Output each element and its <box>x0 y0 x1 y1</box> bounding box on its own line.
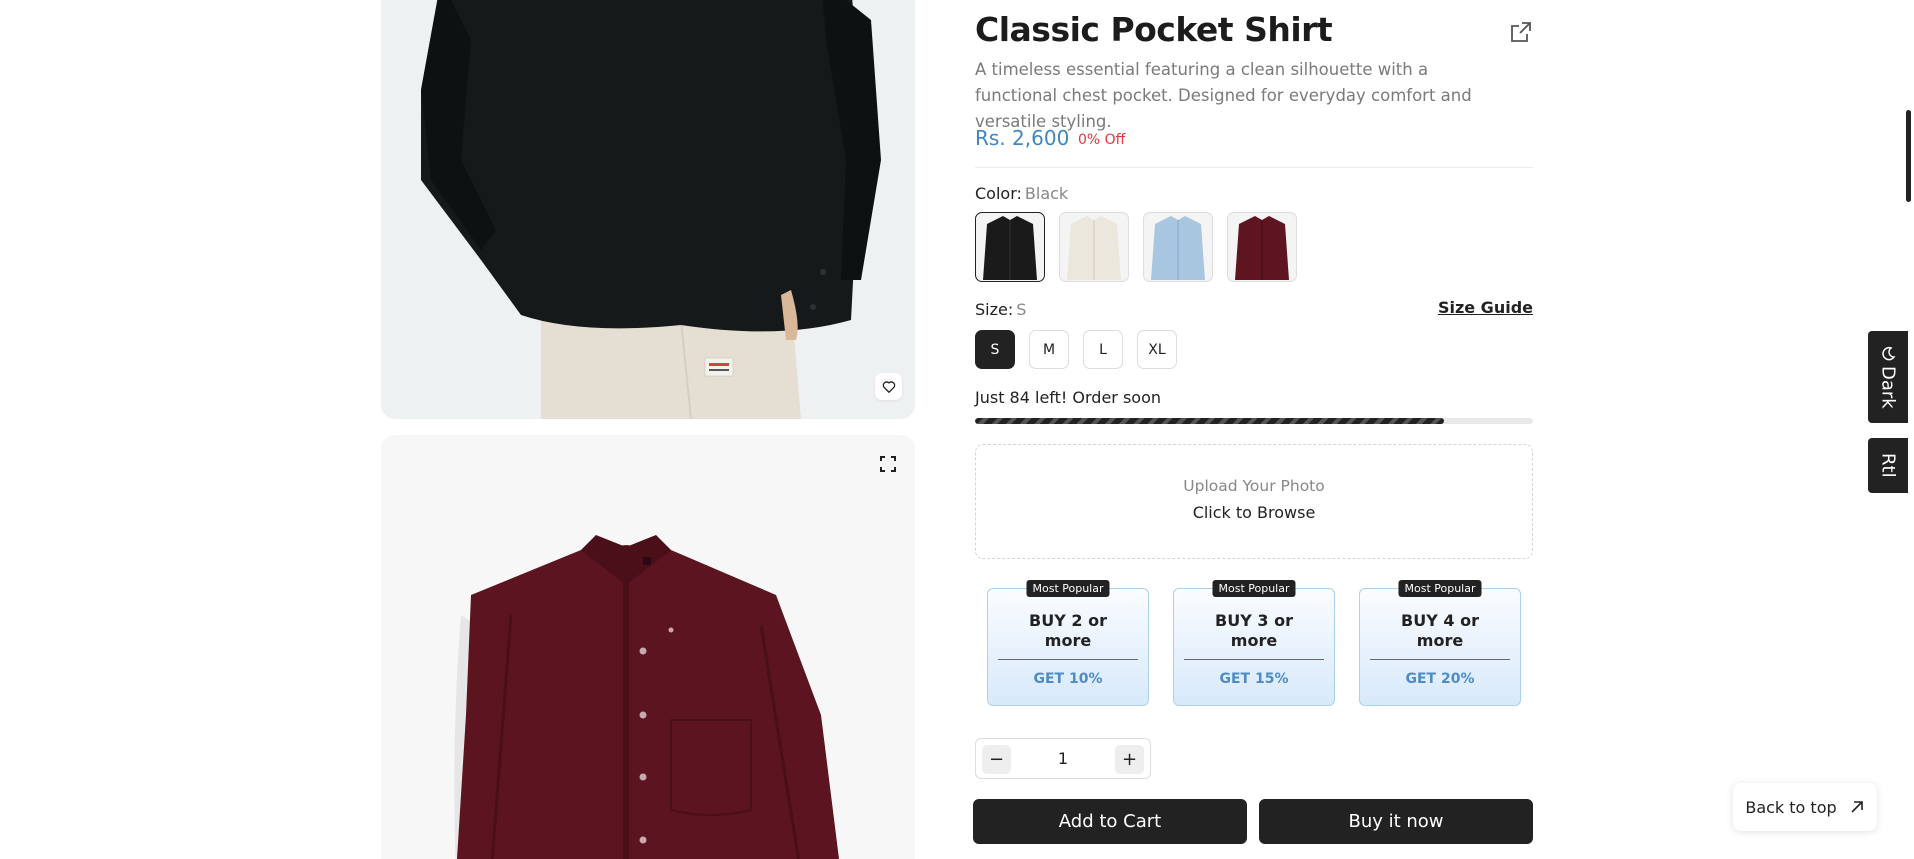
bundle-offers: Most Popular BUY 2 or more GET 10% Most … <box>987 580 1521 706</box>
product-info-panel: Classic Pocket Shirt A timeless essentia… <box>973 0 1533 859</box>
product-image-black-shirt[interactable] <box>381 0 915 419</box>
swatch-cream[interactable] <box>1059 212 1129 282</box>
selected-size: S <box>1016 300 1027 319</box>
selected-color: Black <box>1024 184 1069 203</box>
bundle-divider <box>1184 659 1324 660</box>
shirt-thumbnail-cream <box>1067 216 1121 280</box>
stock-progress-fill <box>975 418 1444 424</box>
size-label-row: Size: S <box>975 300 1026 319</box>
size-option-s[interactable]: S <box>975 330 1015 369</box>
most-popular-badge: Most Popular <box>1026 580 1110 597</box>
divider <box>975 167 1533 168</box>
size-option-xl[interactable]: XL <box>1137 330 1177 369</box>
back-to-top-button[interactable]: Back to top <box>1733 783 1877 831</box>
size-option-m[interactable]: M <box>1029 330 1069 369</box>
swatch-burgundy[interactable] <box>1227 212 1297 282</box>
external-link-icon <box>1511 22 1531 42</box>
upload-browse-action[interactable]: Click to Browse <box>976 503 1532 522</box>
buy-now-button[interactable]: Buy it now <box>1259 799 1533 844</box>
bundle-discount-text: GET 20% <box>1405 671 1475 687</box>
most-popular-badge: Most Popular <box>1398 580 1482 597</box>
share-button[interactable] <box>1509 20 1533 44</box>
upload-title: Upload Your Photo <box>1183 477 1325 495</box>
shirt-thumbnail-burgundy <box>1235 216 1289 280</box>
product-price: Rs. 2,600 <box>975 126 1070 150</box>
size-guide-link[interactable]: Size Guide <box>1438 298 1533 317</box>
dark-mode-label: Dark <box>1877 365 1899 409</box>
shirt-thumbnail-light-blue <box>1151 216 1205 280</box>
bundle-offer[interactable]: Most Popular BUY 3 or more GET 15% <box>1173 580 1335 706</box>
bundle-offer[interactable]: Most Popular BUY 4 or more GET 20% <box>1359 580 1521 706</box>
discount-badge: 0% Off <box>1078 132 1126 148</box>
page-scrollbar-thumb[interactable] <box>1906 110 1911 202</box>
expand-image-button[interactable] <box>877 453 899 475</box>
stock-progress-bar <box>975 418 1533 424</box>
size-options: S M L XL <box>975 330 1177 369</box>
quantity-increase-button[interactable]: + <box>1115 745 1144 774</box>
color-swatches <box>975 212 1297 282</box>
add-to-cart-button[interactable]: Add to Cart <box>973 799 1247 844</box>
size-label: Size: <box>975 300 1014 319</box>
heart-icon <box>882 380 895 393</box>
size-option-l[interactable]: L <box>1083 330 1123 369</box>
black-shirt-image <box>381 0 915 419</box>
most-popular-badge: Most Popular <box>1212 580 1296 597</box>
quantity-stepper: − 1 + <box>975 738 1151 779</box>
rtl-toggle[interactable]: Rtl <box>1868 438 1908 493</box>
bundle-divider <box>998 659 1138 660</box>
color-label-row: Color: Black <box>975 184 1068 203</box>
bundle-discount-text: GET 15% <box>1219 671 1289 687</box>
burgundy-shirt-image <box>381 435 915 859</box>
swatch-light-blue[interactable] <box>1143 212 1213 282</box>
bundle-offer[interactable]: Most Popular BUY 2 or more GET 10% <box>987 580 1149 706</box>
rtl-label: Rtl <box>1877 453 1899 478</box>
color-label: Color: <box>975 184 1022 203</box>
product-title: Classic Pocket Shirt <box>975 10 1333 49</box>
dark-mode-toggle[interactable]: Dark <box>1868 331 1908 423</box>
bundle-discount-text: GET 10% <box>1033 671 1103 687</box>
photo-upload-dropzone[interactable]: Upload Your Photo Click to Browse <box>975 444 1533 559</box>
product-image-burgundy-shirt[interactable] <box>381 435 915 859</box>
swatch-black[interactable] <box>975 212 1045 282</box>
expand-icon <box>880 456 896 472</box>
bundle-divider <box>1370 659 1510 660</box>
shirt-thumbnail-black <box>983 216 1037 280</box>
bundle-buy-text: BUY 2 or more <box>1029 611 1107 650</box>
stock-message: Just 84 left! Order soon <box>975 388 1162 407</box>
bundle-buy-text: BUY 4 or more <box>1401 611 1479 650</box>
moon-icon <box>1882 346 1896 361</box>
back-to-top-label: Back to top <box>1745 797 1837 817</box>
product-description: A timeless essential featuring a clean s… <box>975 60 1472 131</box>
bundle-buy-text: BUY 3 or more <box>1215 611 1293 650</box>
wishlist-heart-button[interactable] <box>875 373 902 400</box>
arrow-up-right-icon <box>1851 801 1863 813</box>
